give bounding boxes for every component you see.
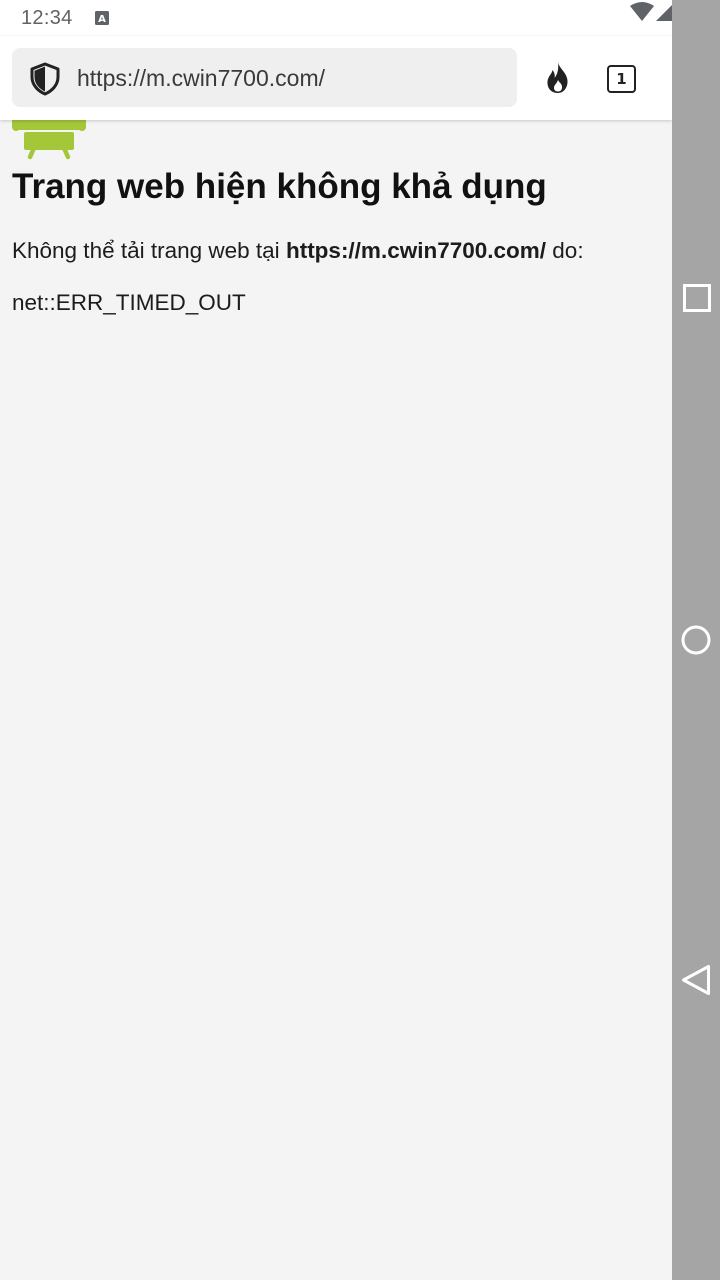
browser-toolbar: https://m.cwin7700.com/ 1 [0,36,689,120]
error-message-suffix: do: [552,238,584,263]
error-code: net::ERR_TIMED_OUT [12,290,246,315]
page-title: Trang web hiện không khả dụng [12,167,547,206]
status-time: 12:34 [21,7,73,29]
recents-icon[interactable] [683,284,711,312]
tab-count: 1 [616,70,627,88]
tabs-button[interactable]: 1 [607,65,636,93]
wifi-icon [630,2,654,21]
svg-text:A: A [98,14,106,25]
url-bar[interactable]: https://m.cwin7700.com/ [12,48,517,107]
status-bar: 12:34 A [0,0,699,36]
error-message: Không thể tải trang web tại https://m.cw… [12,238,584,264]
android-robot-icon [12,120,86,160]
navigation-bar [672,0,720,1280]
home-icon[interactable] [681,625,711,655]
error-page: Trang web hiện không khả dụng Không thể … [0,120,672,1280]
url-text[interactable]: https://m.cwin7700.com/ [77,65,325,92]
shield-icon[interactable] [28,62,62,96]
error-message-prefix: Không thể tải trang web tại [12,238,280,263]
notification-a-icon: A [95,11,109,25]
back-icon[interactable] [681,964,711,996]
fire-icon[interactable] [540,60,576,96]
error-message-url: https://m.cwin7700.com/ [285,238,547,263]
